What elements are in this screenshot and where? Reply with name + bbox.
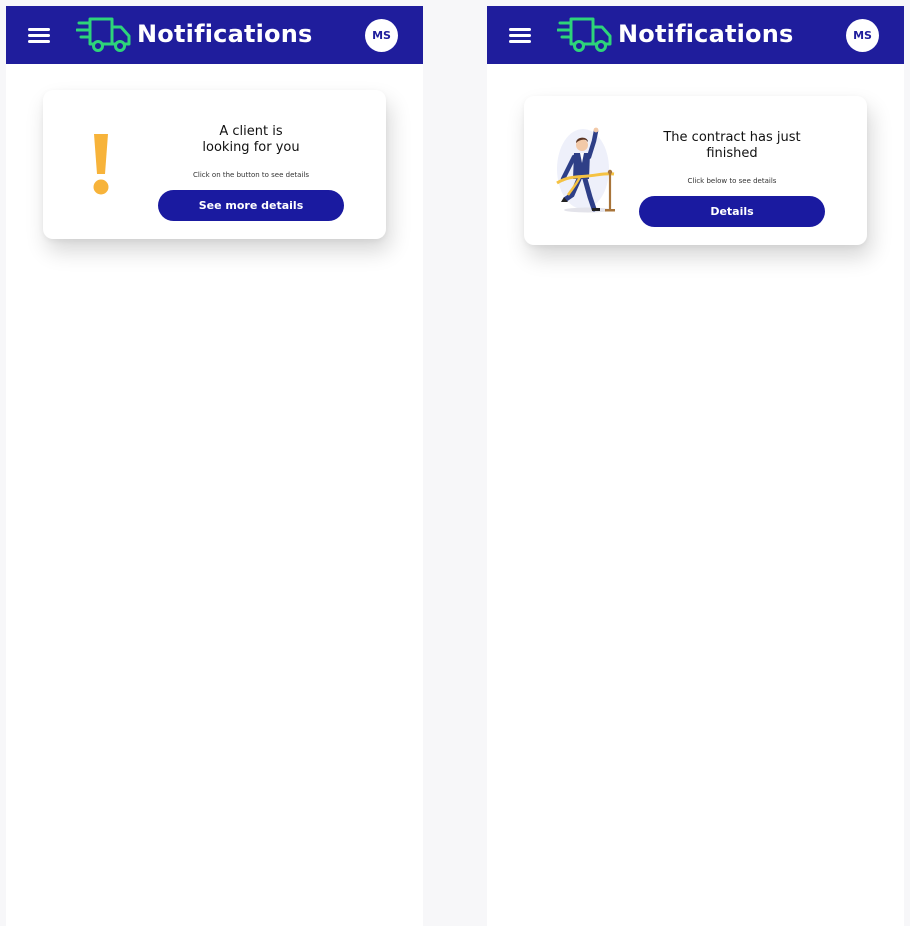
notification-title-line-2: finished xyxy=(706,146,758,161)
notification-card: The contract has just finished Click bel… xyxy=(524,96,867,245)
user-avatar[interactable]: MS xyxy=(365,19,398,52)
delivery-truck-icon xyxy=(557,17,612,52)
page-title: Notifications xyxy=(618,20,794,48)
finish-line-illustration-icon xyxy=(556,127,615,213)
notification-title-line-1: The contract has just xyxy=(663,130,801,145)
app-header: Notifications MS xyxy=(6,6,423,64)
notification-title-line-2: looking for you xyxy=(202,140,300,155)
app-header: Notifications MS xyxy=(487,6,904,64)
hamburger-menu-icon[interactable] xyxy=(28,24,50,46)
notification-title-line-1: A client is xyxy=(219,124,283,139)
user-avatar[interactable]: MS xyxy=(846,19,879,52)
page-title: Notifications xyxy=(137,20,313,48)
notification-title: The contract has just finished xyxy=(634,130,830,162)
notification-screen-client: Notifications MS A client is looking for… xyxy=(6,6,423,926)
see-more-details-button[interactable]: See more details xyxy=(158,190,344,221)
notification-screen-contract: Notifications MS The contract has just f… xyxy=(487,6,904,926)
notification-caption: Click on the button to see details xyxy=(193,171,309,179)
delivery-truck-icon xyxy=(76,17,131,52)
exclamation-icon xyxy=(93,134,109,195)
notification-title: A client is looking for you xyxy=(153,124,349,156)
hamburger-menu-icon[interactable] xyxy=(509,24,531,46)
details-button[interactable]: Details xyxy=(639,196,825,227)
notification-caption: Click below to see details xyxy=(687,177,777,185)
notification-card: A client is looking for you Click on the… xyxy=(43,90,386,239)
